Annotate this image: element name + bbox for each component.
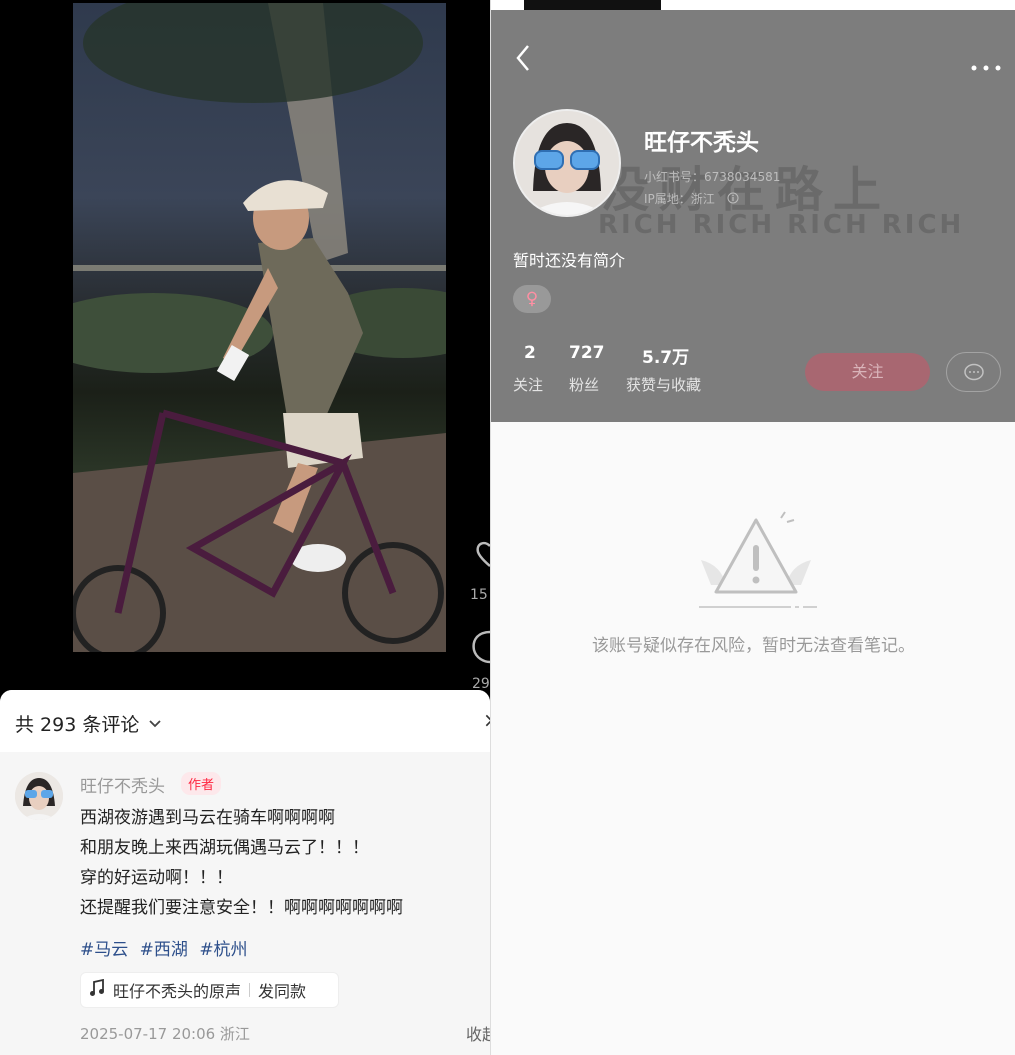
like-count: 15 xyxy=(470,587,488,603)
comment-text-line: 西湖夜游遇到马云在骑车啊啊啊啊 xyxy=(80,808,335,828)
profile-panel: 没财在路上 RICH RICH RICH RICH 旺仔不秃头 小红书号：673… xyxy=(490,0,1015,1055)
comment-text-line: 和朋友晚上来西湖玩偶遇马云了！！！ xyxy=(80,838,369,858)
user-id[interactable]: 小红书号：6738034581 xyxy=(644,168,780,185)
avatar[interactable] xyxy=(15,772,63,820)
like-icon[interactable] xyxy=(470,540,490,576)
comments-header: 共 293 条评论 × xyxy=(0,690,490,752)
timestamp: 2025-07-17 20:06 浙江 xyxy=(80,1025,250,1043)
ip-location-text: IP属地：浙江 xyxy=(644,192,715,206)
comment-icon[interactable] xyxy=(470,628,490,672)
comment-text-line: 还提醒我们要注意安全！！啊啊啊啊啊啊啊 xyxy=(80,898,403,918)
hashtag-link[interactable]: #西湖 xyxy=(140,940,188,960)
risk-notice: 该账号疑似存在风险，暂时无法查看笔记。 xyxy=(592,636,915,656)
comment-text-line: 穿的好运动啊！！！ xyxy=(80,868,233,888)
followers-label[interactable]: 粉丝 xyxy=(569,374,599,395)
profile-header: 没财在路上 RICH RICH RICH RICH 旺仔不秃头 小红书号：673… xyxy=(491,10,1015,422)
warning-icon xyxy=(691,510,821,619)
hashtag-list: #马云 #西湖 #杭州 xyxy=(80,935,254,960)
following-label[interactable]: 关注 xyxy=(513,374,543,395)
chevron-down-icon[interactable] xyxy=(148,714,162,733)
comments-sheet: 共 293 条评论 × 旺仔不秃头 作者 西湖夜游遇到马云在骑车啊啊啊啊 和朋友… xyxy=(0,690,490,1055)
likes-collects-count[interactable]: 5.7万 xyxy=(642,343,689,368)
author-badge: 作者 xyxy=(181,772,222,795)
likes-collects-label[interactable]: 获赞与收藏 xyxy=(626,374,701,395)
original-sound-name: 旺仔不秃头的原声 xyxy=(113,982,242,1001)
profile-name: 旺仔不秃头 xyxy=(644,130,759,156)
background-banner-subtext: RICH RICH RICH RICH xyxy=(598,210,965,240)
profile-bio: 暂时还没有简介 xyxy=(513,251,626,270)
info-icon[interactable] xyxy=(727,192,739,207)
original-sound-chip[interactable]: 旺仔不秃头的原声 发同款 xyxy=(80,972,339,1008)
message-button[interactable] xyxy=(946,352,1001,392)
video-player[interactable] xyxy=(73,3,446,652)
chat-bubble-icon xyxy=(964,363,984,381)
hashtag-link[interactable]: #杭州 xyxy=(199,940,247,960)
back-icon[interactable] xyxy=(515,44,531,76)
divider xyxy=(249,983,251,997)
follow-button[interactable]: 关注 xyxy=(805,353,930,391)
ip-location: IP属地：浙江 xyxy=(644,190,739,207)
gender-female-icon: ♀ xyxy=(513,285,551,313)
music-note-icon xyxy=(89,978,105,1001)
close-icon[interactable]: × xyxy=(483,708,490,732)
status-strip xyxy=(491,0,1015,10)
comments-count-title[interactable]: 共 293 条评论 xyxy=(15,710,139,737)
comment-author[interactable]: 旺仔不秃头 xyxy=(80,772,165,797)
profile-avatar[interactable] xyxy=(513,109,621,217)
collapse-button[interactable]: 收起 xyxy=(466,1021,490,1045)
video-frame-illustration xyxy=(73,3,446,652)
followers-count[interactable]: 727 xyxy=(569,343,605,363)
following-count[interactable]: 2 xyxy=(524,343,536,363)
video-note-panel: 15 29 共 293 条评论 × 旺仔不秃头 作者 西湖夜游遇到马云在骑车啊啊… xyxy=(0,0,490,1055)
use-sound-button[interactable]: 发同款 xyxy=(258,978,306,1002)
hashtag-link[interactable]: #马云 xyxy=(80,940,128,960)
more-icon[interactable] xyxy=(971,56,1001,75)
